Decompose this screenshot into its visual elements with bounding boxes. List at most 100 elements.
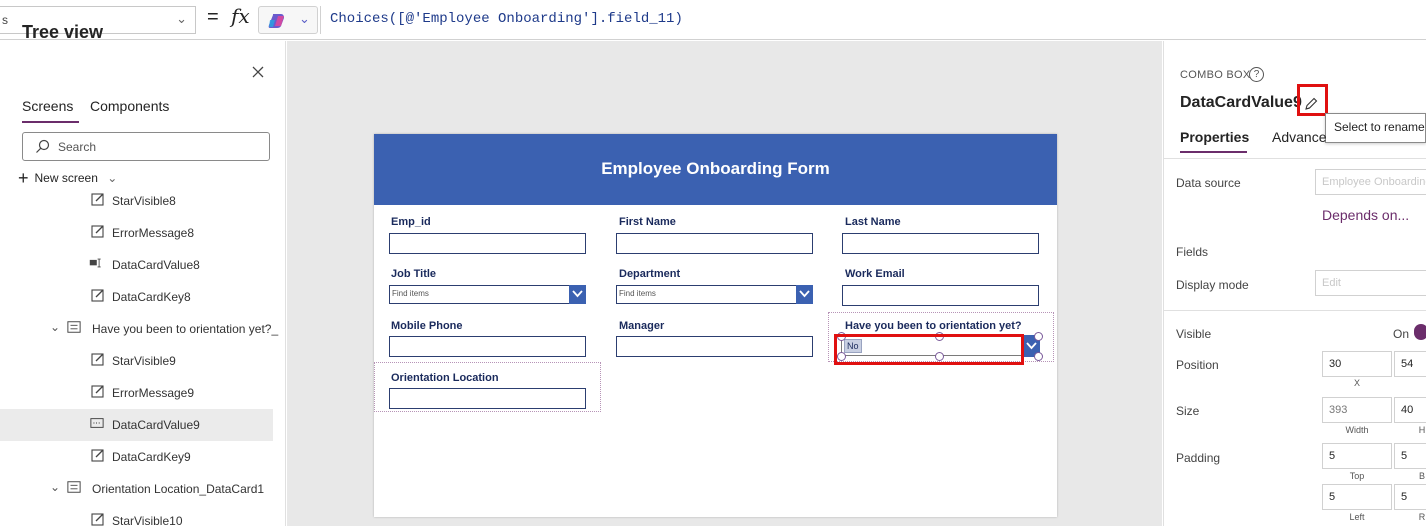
- manager-input[interactable]: [616, 336, 813, 357]
- resize-handle[interactable]: [1034, 332, 1043, 341]
- close-icon[interactable]: [252, 66, 264, 78]
- visible-toggle[interactable]: [1414, 324, 1426, 340]
- tree-item[interactable]: DataCardValue8: [0, 249, 273, 281]
- chevron-down-icon: ⌄: [299, 11, 310, 26]
- position-x-input[interactable]: 30: [1322, 351, 1392, 377]
- data-source-label: Data source: [1176, 176, 1241, 190]
- tree-view-title: Tree view: [22, 22, 104, 42]
- field-label-manager: Manager: [619, 320, 665, 332]
- edit-icon: [91, 289, 104, 302]
- tree-item[interactable]: StarVisible8: [0, 185, 273, 217]
- position-label: Position: [1176, 358, 1219, 372]
- tab-components[interactable]: Components: [90, 98, 169, 114]
- copilot-icon: [268, 14, 284, 28]
- highlight-box: [1297, 84, 1328, 116]
- property-dropdown-text: s: [2, 13, 8, 27]
- tree-item-label: DataCardValue9: [112, 418, 200, 432]
- rename-tooltip: Select to rename: [1325, 113, 1426, 143]
- help-icon[interactable]: ?: [1249, 67, 1264, 82]
- display-mode-dropdown[interactable]: Edit: [1315, 270, 1426, 296]
- field-label-job-title: Job Title: [391, 268, 437, 280]
- tab-screens-underline: [22, 121, 79, 123]
- position-y-input[interactable]: 54: [1394, 351, 1426, 377]
- mobile-phone-input[interactable]: [389, 336, 586, 357]
- edit-icon: [91, 385, 104, 398]
- field-label-last-name: Last Name: [845, 216, 901, 228]
- fields-label: Fields: [1176, 245, 1209, 259]
- control-name[interactable]: DataCardValue9: [1180, 94, 1302, 112]
- data-source-field[interactable]: Employee Onboarding: [1315, 169, 1426, 195]
- search-placeholder: Search: [58, 140, 97, 154]
- orientation-location-input[interactable]: [389, 388, 586, 409]
- resize-handle[interactable]: [1034, 352, 1043, 361]
- fx-icon: fx: [231, 4, 250, 28]
- tree-item-group[interactable]: ⌄ Orientation Location_DataCard1: [0, 473, 273, 505]
- chevron-down-icon[interactable]: [796, 285, 813, 304]
- size-height-caption: H: [1418, 425, 1426, 435]
- padding-top-input[interactable]: 5: [1322, 443, 1392, 469]
- chevron-down-icon: ⌄: [107, 171, 118, 185]
- text-input-icon: [89, 258, 101, 268]
- depends-on-link[interactable]: Depends on...: [1322, 207, 1409, 223]
- field-label-orientation-location: Orientation Location: [391, 372, 499, 384]
- tree-item-label: DataCardKey9: [112, 450, 191, 464]
- tree-item-selected[interactable]: DataCardValue9: [0, 409, 273, 441]
- size-width-caption: Width: [1345, 425, 1369, 435]
- first-name-input[interactable]: [616, 233, 813, 254]
- field-label-department: Department: [619, 268, 681, 280]
- padding-bottom-input[interactable]: 5: [1394, 443, 1426, 469]
- tree-item[interactable]: DataCardKey8: [0, 281, 273, 313]
- highlight-box: [834, 334, 1024, 365]
- divider: [1163, 158, 1426, 159]
- formula-input[interactable]: Choices([@'Employee Onboarding'].field_1…: [330, 11, 683, 27]
- size-width-input[interactable]: 393: [1322, 397, 1392, 423]
- equals-sign: =: [207, 6, 219, 28]
- tree-item-group[interactable]: ⌄ Have you been to orientation yet?_: [0, 313, 278, 345]
- padding-bottom-caption: B: [1418, 471, 1425, 481]
- tree-item[interactable]: StarVisible9: [0, 345, 273, 377]
- copilot-button[interactable]: ⌄: [258, 6, 318, 34]
- field-label-work-email: Work Email: [845, 268, 905, 280]
- tab-screens[interactable]: Screens: [22, 98, 73, 114]
- edit-icon: [91, 513, 104, 526]
- padding-left-input[interactable]: 5: [1322, 484, 1392, 510]
- chevron-down-icon[interactable]: [569, 285, 586, 304]
- chevron-down-icon: ⌄: [176, 11, 187, 26]
- padding-label: Padding: [1176, 451, 1221, 465]
- tree-item-label: StarVisible9: [112, 354, 176, 368]
- tree-item-label: StarVisible8: [112, 194, 176, 208]
- card-icon: [67, 321, 81, 333]
- size-label: Size: [1176, 404, 1200, 418]
- tree-item-label: Orientation Location_DataCard1: [92, 482, 265, 496]
- visible-label: Visible: [1176, 327, 1212, 341]
- tab-properties[interactable]: Properties: [1180, 129, 1249, 145]
- padding-right-input[interactable]: 5: [1394, 484, 1426, 510]
- work-email-input[interactable]: [842, 285, 1039, 306]
- tree-item[interactable]: ErrorMessage9: [0, 377, 273, 409]
- chevron-down-icon: ⌄: [50, 480, 61, 494]
- search-input[interactable]: Search: [22, 132, 270, 161]
- tree-item-label: StarVisible10: [112, 514, 183, 526]
- emp-id-input[interactable]: [389, 233, 586, 254]
- display-mode-label: Display mode: [1176, 278, 1249, 292]
- tree-item[interactable]: ErrorMessage8: [0, 217, 273, 249]
- edit-icon: [91, 225, 104, 238]
- combo-placeholder: Find items: [392, 289, 429, 298]
- tree-item[interactable]: StarVisible10: [0, 505, 273, 526]
- combo-box-icon: [90, 418, 104, 428]
- department-combo[interactable]: Find items: [616, 285, 813, 304]
- position-x-caption: X: [1353, 378, 1360, 388]
- size-height-input[interactable]: 40: [1394, 397, 1426, 423]
- visible-value: On: [1393, 327, 1410, 341]
- search-icon: [36, 139, 50, 153]
- tree-item[interactable]: DataCardKey9: [0, 441, 273, 473]
- divider: [1163, 310, 1426, 311]
- tree-item-label: ErrorMessage8: [112, 226, 195, 240]
- tab-advanced[interactable]: Advanced: [1272, 129, 1326, 145]
- chevron-down-icon: ⌄: [50, 320, 61, 334]
- edit-icon: [91, 193, 104, 206]
- job-title-combo[interactable]: Find items: [389, 285, 586, 304]
- last-name-input[interactable]: [842, 233, 1039, 254]
- form-title: Employee Onboarding Form: [601, 159, 830, 178]
- tree-item-label: DataCardKey8: [112, 290, 191, 304]
